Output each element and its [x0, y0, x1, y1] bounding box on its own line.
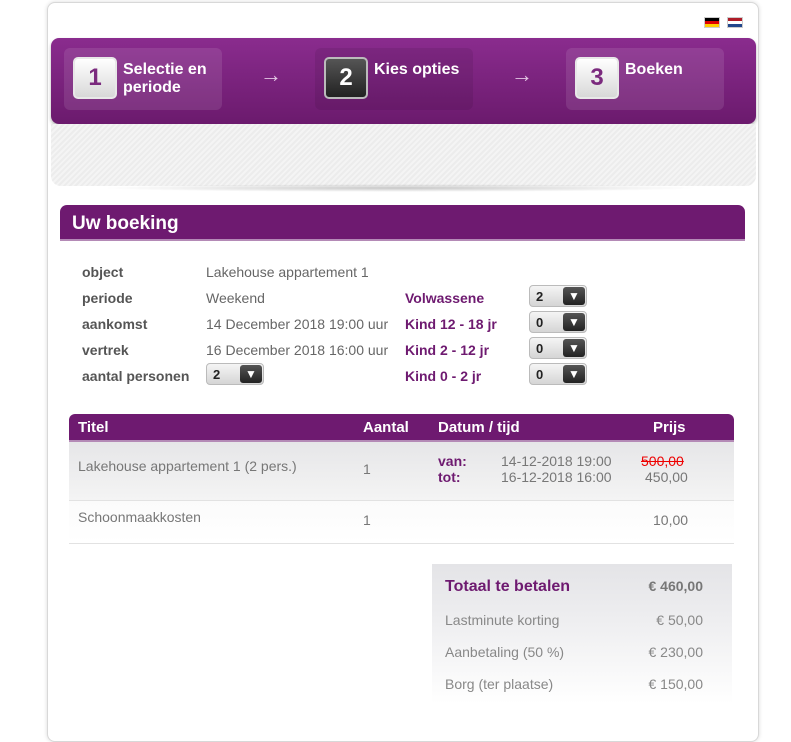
step-3[interactable]: 3 Boeken [566, 48, 724, 110]
booking-panel-title: Uw boeking [60, 205, 745, 241]
borg-value: € 150,00 [648, 676, 704, 692]
col-prijs: Prijs [653, 419, 686, 436]
chevron-down-icon: ▼ [563, 313, 585, 331]
chevron-down-icon: ▼ [563, 339, 585, 357]
table-row: Lakehouse appartement 1 (2 pers.) 1 van:… [69, 442, 734, 501]
tot-label: tot: [438, 469, 461, 485]
korting-value: € 50,00 [656, 612, 703, 628]
kind-2-12-select[interactable]: 0 ▼ [529, 337, 587, 359]
volwassenen-label: Volwassene [405, 290, 485, 306]
step-number: 3 [575, 57, 619, 99]
total-row: Totaal te betalen € 460,00 [445, 578, 720, 596]
aanbetaling-value: € 230,00 [648, 644, 704, 660]
col-aantal: Aantal [363, 419, 409, 436]
aanbetaling-row: Aanbetaling (50 %) € 230,00 [445, 644, 720, 660]
select-value: 2 [536, 289, 544, 304]
booking-table-header: Titel Aantal Datum / tijd Prijs [69, 414, 734, 442]
chevron-down-icon: ▼ [563, 365, 585, 383]
aankomst-label: aankomst [82, 316, 148, 332]
col-titel: Titel [78, 419, 109, 436]
row-price: 10,00 [653, 512, 689, 528]
periode-label: periode [82, 290, 133, 306]
select-value: 0 [536, 367, 544, 382]
kind-12-18-label: Kind 12 - 18 jr [405, 316, 497, 332]
step-label: Boeken [625, 61, 683, 78]
tot-value: 16-12-2018 16:00 [501, 469, 612, 485]
aankomst-value: 14 December 2018 19:00 uur [206, 316, 389, 332]
booking-steps-bar: 1 Selectie en periode → 2 Kies opties → … [51, 38, 756, 124]
step-label: Selectie en periode [123, 61, 207, 96]
language-switcher [704, 17, 743, 28]
volwassenen-select[interactable]: 2 ▼ [529, 285, 587, 307]
select-value: 2 [213, 367, 221, 382]
chevron-down-icon: ▼ [563, 287, 585, 305]
table-row: Schoonmaakkosten 1 10,00 [69, 501, 734, 544]
borg-row: Borg (ter plaatse) € 150,00 [445, 676, 720, 692]
step-number: 1 [73, 57, 117, 99]
row-titel: Schoonmaakkosten [78, 509, 201, 525]
old-price: 500,00 [641, 453, 684, 469]
chevron-down-icon: ▼ [240, 365, 262, 383]
korting-row: Lastminute korting € 50,00 [445, 612, 720, 628]
kind-0-2-label: Kind 0 - 2 jr [405, 368, 482, 384]
col-datum: Datum / tijd [438, 419, 520, 436]
dutch-flag-icon[interactable] [727, 17, 743, 28]
arrow-right-icon: → [260, 62, 282, 87]
select-value: 0 [536, 315, 544, 330]
van-label: van: [438, 453, 467, 469]
periode-value: Weekend [206, 290, 265, 306]
row-titel: Lakehouse appartement 1 (2 pers.) [78, 458, 297, 474]
personen-select[interactable]: 2 ▼ [206, 363, 264, 385]
vertrek-value: 16 December 2018 16:00 uur [206, 342, 389, 358]
kind-12-18-select[interactable]: 0 ▼ [529, 311, 587, 333]
step-label: Kies opties [374, 61, 460, 78]
total-value: € 460,00 [648, 578, 704, 594]
totals-box: Totaal te betalen € 460,00 Lastminute ko… [432, 564, 732, 704]
step-2[interactable]: 2 Kies opties [315, 48, 473, 110]
german-flag-icon[interactable] [704, 17, 720, 28]
row-aantal: 1 [363, 512, 371, 528]
van-value: 14-12-2018 19:00 [501, 453, 612, 469]
decorative-shadow [100, 184, 700, 192]
object-value: Lakehouse appartement 1 [206, 264, 369, 280]
decorative-band [51, 124, 756, 186]
korting-label: Lastminute korting [445, 612, 560, 628]
kind-0-2-select[interactable]: 0 ▼ [529, 363, 587, 385]
row-price: 450,00 [645, 469, 688, 485]
object-label: object [82, 264, 124, 280]
personen-label: aantal personen [82, 368, 190, 384]
select-value: 0 [536, 341, 544, 356]
total-label: Totaal te betalen [445, 578, 571, 595]
arrow-right-icon: → [511, 62, 533, 87]
step-number: 2 [324, 57, 368, 99]
borg-label: Borg (ter plaatse) [445, 676, 554, 692]
aanbetaling-label: Aanbetaling (50 %) [445, 644, 565, 660]
step-1[interactable]: 1 Selectie en periode [64, 48, 222, 110]
kind-2-12-label: Kind 2 - 12 jr [405, 342, 490, 358]
row-aantal: 1 [363, 461, 371, 477]
vertrek-label: vertrek [82, 342, 129, 358]
